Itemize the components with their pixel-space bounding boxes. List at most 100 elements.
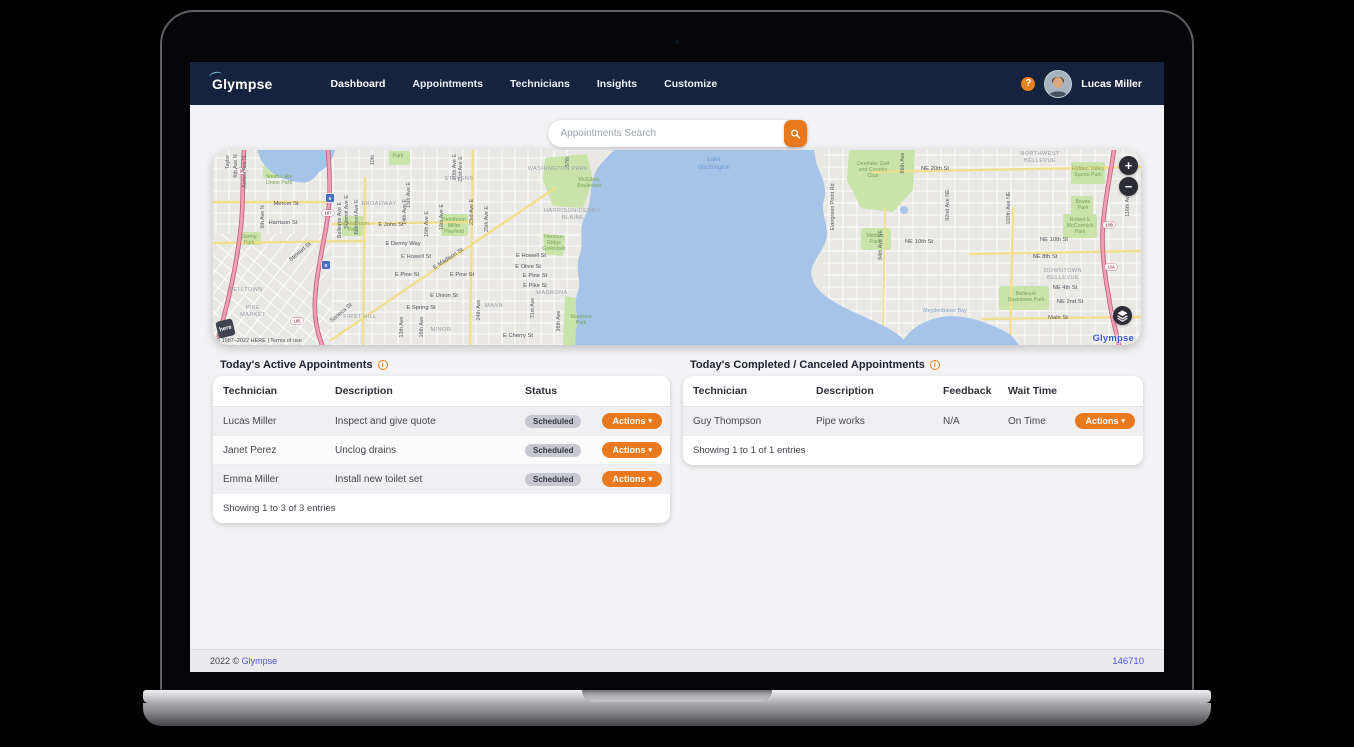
svg-text:Park: Park xyxy=(1075,229,1086,235)
table-body: Lucas MillerInspect and give quote Schedu… xyxy=(213,407,670,494)
map-attribution: © 1987–2022 HERE | Terms of use xyxy=(216,338,302,344)
svg-text:Sports Park: Sports Park xyxy=(1074,172,1102,178)
svg-text:MINOR: MINOR xyxy=(431,327,452,333)
avatar-photo xyxy=(1045,71,1071,97)
svg-text:100th Ave NE: 100th Ave NE xyxy=(1006,191,1012,224)
svg-text:E Howell St: E Howell St xyxy=(516,253,546,259)
svg-text:NE 10th St: NE 10th St xyxy=(905,239,933,245)
svg-text:5: 5 xyxy=(329,196,332,202)
svg-text:HARRISON/DENNY-: HARRISON/DENNY- xyxy=(544,208,602,214)
svg-text:MANN: MANN xyxy=(485,303,503,309)
svg-text:25th Ave E: 25th Ave E xyxy=(484,206,490,232)
svg-text:167: 167 xyxy=(324,211,332,216)
svg-text:BELLEVUE: BELLEVUE xyxy=(1047,275,1079,281)
page-code: 146710 xyxy=(1112,656,1144,667)
zoom-out-button[interactable]: − xyxy=(1119,177,1138,196)
laptop-base-body xyxy=(143,703,1211,726)
svg-text:23rd Ave E: 23rd Ave E xyxy=(469,198,475,225)
column-header: Description xyxy=(806,385,933,397)
svg-text:36th Ave: 36th Ave xyxy=(556,311,562,332)
cell-status: Scheduled xyxy=(515,415,584,428)
nav-item-dashboard[interactable]: Dashboard xyxy=(331,78,386,90)
cell-technician: Janet Perez xyxy=(213,445,325,456)
svg-text:E Howell St: E Howell St xyxy=(401,254,431,260)
svg-text:E Spring St: E Spring St xyxy=(406,305,436,311)
nav-item-insights[interactable]: Insights xyxy=(597,78,637,90)
svg-text:116th Ave: 116th Ave xyxy=(1125,193,1131,216)
map[interactable]: 551679916513B13A12 Mercer StHarrison StE… xyxy=(213,150,1141,345)
cell-technician: Emma Miller xyxy=(213,474,325,485)
help-icon[interactable]: ? xyxy=(1021,77,1035,91)
svg-text:10th: 10th xyxy=(370,155,376,166)
app-footer: 2022 © Glympse 146710 xyxy=(190,649,1164,672)
column-header: Wait Time xyxy=(998,385,1057,397)
svg-text:Park: Park xyxy=(576,320,587,326)
search-box xyxy=(548,120,807,147)
completed-appointments-title-text: Today's Completed / Canceled Appointment… xyxy=(690,359,925,371)
table-row: Guy ThompsonPipe worksN/AOn TimeActions▾ xyxy=(683,407,1143,436)
status-badge: Scheduled xyxy=(525,444,581,457)
actions-button[interactable]: Actions▾ xyxy=(602,413,662,429)
top-navbar: Glympse Dashboard Appointments Technicians… xyxy=(190,62,1164,105)
svg-text:5: 5 xyxy=(325,263,328,269)
svg-text:BLAINE: BLAINE xyxy=(562,215,584,221)
info-icon[interactable]: i xyxy=(378,360,388,370)
cell-technician: Lucas Miller xyxy=(213,416,325,427)
cell-description: Install new toilet set xyxy=(325,474,515,485)
svg-text:BROADWAY: BROADWAY xyxy=(361,201,396,207)
nav-item-technicians[interactable]: Technicians xyxy=(510,78,570,90)
nav-item-customize[interactable]: Customize xyxy=(664,78,717,90)
completed-appointments-title: Today's Completed / Canceled Appointment… xyxy=(690,359,940,371)
table-row: Emma MillerInstall new toilet setSchedul… xyxy=(213,465,670,494)
actions-button[interactable]: Actions▾ xyxy=(1075,413,1135,429)
table-body: Guy ThompsonPipe worksN/AOn TimeActions▾ xyxy=(683,407,1143,436)
svg-text:Bellevue Ave E: Bellevue Ave E xyxy=(337,202,343,239)
column-header: Status xyxy=(515,385,584,397)
search-button[interactable] xyxy=(784,120,807,147)
column-header: Technician xyxy=(213,385,325,397)
column-header: Description xyxy=(325,385,515,397)
svg-text:13B: 13B xyxy=(1105,223,1113,228)
svg-text:E Pine St: E Pine St xyxy=(395,272,420,278)
svg-text:Evergreen Point Rd: Evergreen Point Rd xyxy=(830,183,836,230)
svg-text:16th Ave E: 16th Ave E xyxy=(424,211,430,237)
map-layers-button[interactable] xyxy=(1113,306,1132,325)
svg-text:NE 8th St: NE 8th St xyxy=(1033,254,1058,260)
status-badge: Scheduled xyxy=(525,415,581,428)
svg-text:NORTHWEST: NORTHWEST xyxy=(1020,151,1060,157)
table-footer: Showing 1 to 3 of 3 entries xyxy=(213,494,670,523)
nav-item-appointments[interactable]: Appointments xyxy=(412,78,483,90)
completed-appointments-card: TechnicianDescriptionFeedbackWait Time G… xyxy=(683,376,1143,465)
actions-button[interactable]: Actions▾ xyxy=(602,442,662,458)
cell-feedback: N/A xyxy=(933,416,998,427)
app-logo: Glympse xyxy=(212,76,273,92)
avatar[interactable] xyxy=(1044,70,1072,98)
svg-text:Downtown Park: Downtown Park xyxy=(1007,297,1044,303)
svg-text:13A: 13A xyxy=(1107,265,1115,270)
map-watermark: Glympse xyxy=(1092,333,1134,344)
svg-text:BELLEVUE: BELLEVUE xyxy=(1024,158,1056,164)
svg-text:Boulevard: Boulevard xyxy=(577,183,601,189)
svg-text:E Pine St: E Pine St xyxy=(450,272,475,278)
svg-text:86th Ave: 86th Ave xyxy=(900,153,906,174)
cell-description: Pipe works xyxy=(806,416,933,427)
actions-button[interactable]: Actions▾ xyxy=(602,471,662,487)
svg-text:E Pike St: E Pike St xyxy=(523,283,547,289)
cell-wait_time: On Time xyxy=(998,416,1057,427)
active-appointments-title-text: Today's Active Appointments xyxy=(220,359,373,371)
svg-text:Meydenbauer Bay: Meydenbauer Bay xyxy=(923,308,967,314)
map-zoom-controls: + − xyxy=(1119,156,1138,196)
svg-text:WASHINGTON PARK: WASHINGTON PARK xyxy=(528,166,589,172)
svg-text:31st Ave: 31st Ave xyxy=(530,298,536,319)
layers-icon xyxy=(1116,309,1129,322)
svg-text:Main St: Main St xyxy=(1048,315,1068,321)
info-icon[interactable]: i xyxy=(930,360,940,370)
footer-brand-link[interactable]: Glympse xyxy=(242,656,278,666)
zoom-in-button[interactable]: + xyxy=(1119,156,1138,175)
svg-text:E Olive St: E Olive St xyxy=(515,264,541,270)
svg-text:Mercer St: Mercer St xyxy=(273,201,299,207)
svg-text:E Cherry St: E Cherry St xyxy=(503,333,533,339)
cell-description: Inspect and give quote xyxy=(325,416,515,427)
user-name[interactable]: Lucas Miller xyxy=(1081,78,1142,90)
search-input[interactable] xyxy=(548,120,807,147)
